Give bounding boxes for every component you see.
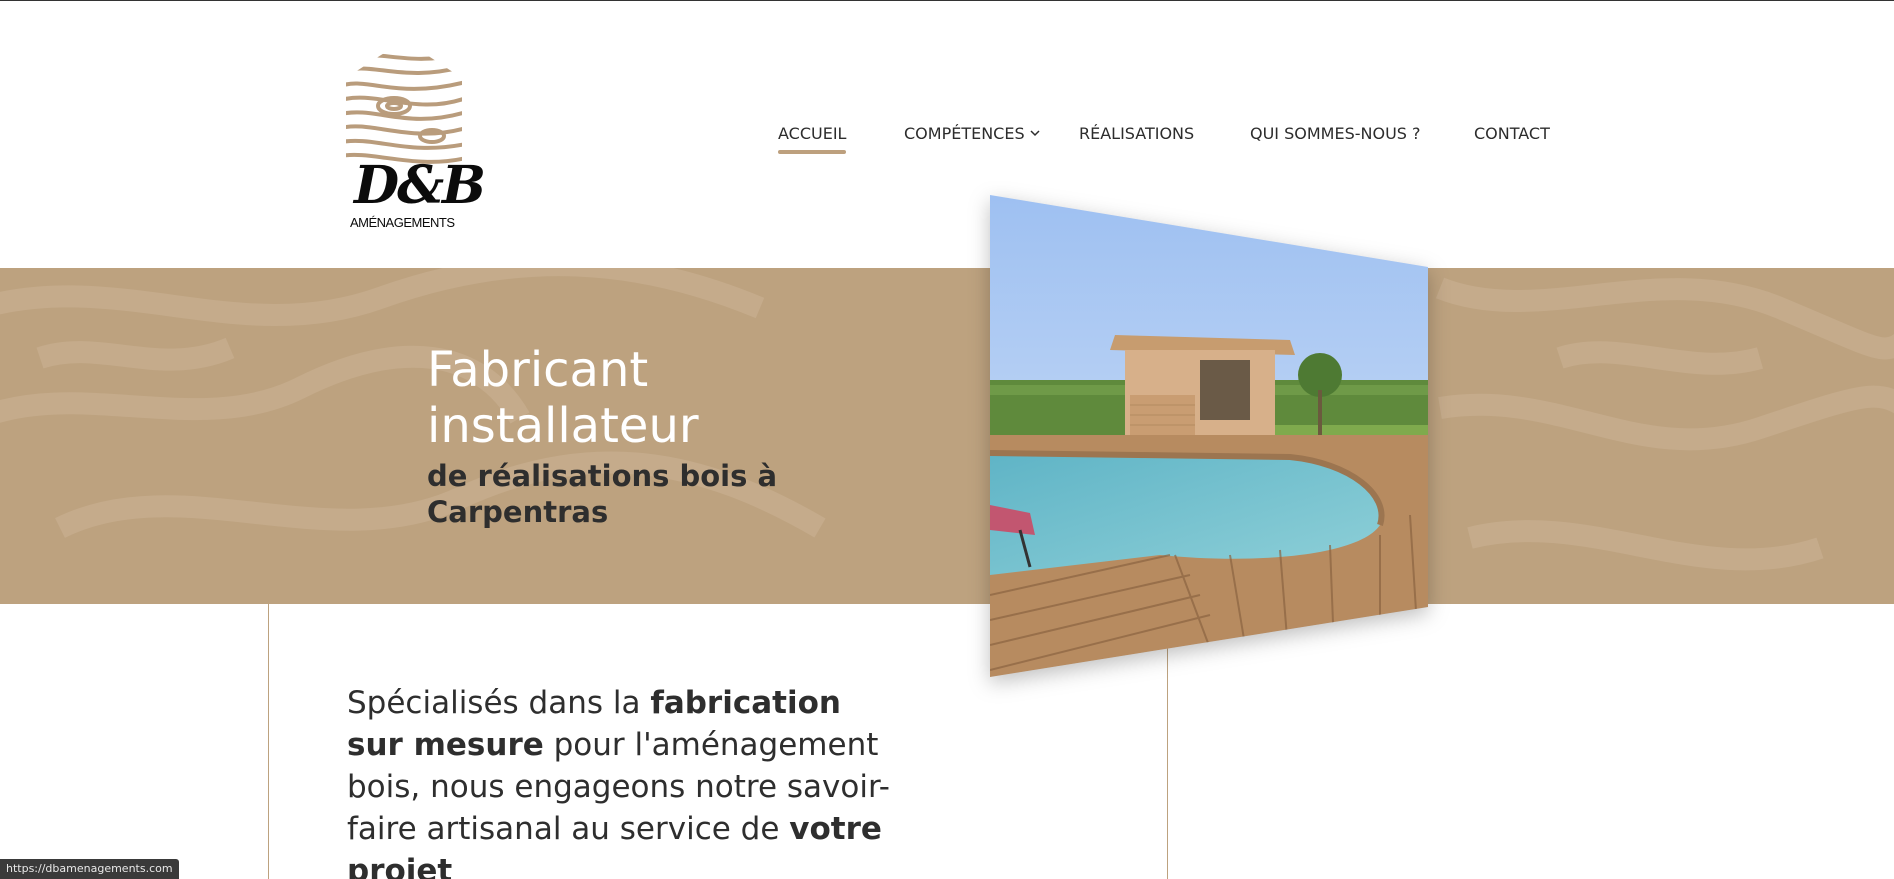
status-bar-url: https://dbamenagements.com [0,859,179,879]
wood-house-icon [346,40,462,170]
site-logo[interactable]: D&B AMÉNAGEMENTS [346,40,486,232]
hero-title: Fabricant installateur [427,342,699,454]
nav-item-qui-sommes-nous[interactable]: QUI SOMMES-NOUS ? [1250,124,1421,143]
hero-banner [0,268,1894,604]
logo-letters: D&B [354,155,486,216]
hero-subtitle: de réalisations bois à Carpentras [427,459,778,529]
nav-item-competences[interactable]: COMPÉTENCES [904,124,1025,143]
intro-text-1: Spécialisés dans la [347,685,651,721]
wood-grain-pattern [0,268,1894,571]
pool-deck-photo [990,195,1428,677]
top-border [0,0,1894,1]
logo-subtitle: AMÉNAGEMENTS [350,215,455,230]
nav-item-realisations[interactable]: RÉALISATIONS [1079,124,1194,143]
nav-item-contact[interactable]: CONTACT [1474,124,1550,143]
left-divider-line [268,604,269,879]
chevron-down-icon[interactable] [1030,128,1040,138]
nav-item-accueil[interactable]: ACCUEIL [778,124,847,154]
intro-paragraph: Spécialisés dans la fabrication sur mesu… [347,682,907,879]
hero-photo [990,195,1428,677]
